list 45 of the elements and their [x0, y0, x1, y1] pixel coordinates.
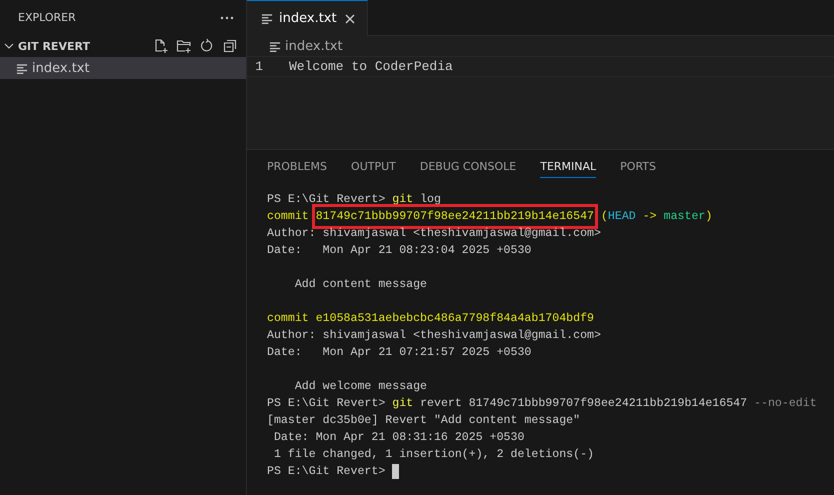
- commit-text: commit e1058a531aebebcbc486a7798f84a4ab1704bdf9: [267, 311, 594, 327]
- terminal-text: Date: Mon Apr 21 08:31:16 2025 +0530: [272, 430, 524, 446]
- panel-tab[interactable]: DEBUG CONSOLE: [420, 159, 516, 178]
- panel-tab[interactable]: TERMINAL: [540, 159, 596, 178]
- command-text: git: [392, 396, 414, 412]
- terminal-text: [master dc35b0e] Revert "Add content message": [267, 413, 580, 429]
- new-folder-icon[interactable]: [176, 38, 192, 54]
- flag-text: --no-edit: [754, 396, 817, 412]
- terminal-prompt: PS E:\Git Revert>: [267, 192, 386, 208]
- line-number: 1: [254, 59, 264, 74]
- terminal-text: 1 file changed, 1 insertion(+), 2 deletions(-): [272, 447, 594, 463]
- collapse-all-icon[interactable]: [222, 38, 238, 54]
- terminal-text: Date: Mon Apr 21 08:23:04 2025 +0530: [267, 243, 532, 259]
- commit-text: (: [600, 209, 608, 225]
- terminal-text: revert 81749c71bbb99707f98ee24211bb219b14e16547: [419, 396, 748, 412]
- panel-tab[interactable]: PROBLEMS: [267, 159, 328, 178]
- terminal-prompt: PS E:\Git Revert>: [267, 464, 386, 480]
- terminal-text: Add content message: [294, 277, 428, 293]
- new-file-icon[interactable]: [153, 38, 169, 54]
- terminal-prompt: PS E:\Git Revert>: [267, 396, 386, 412]
- terminal-text: log: [419, 192, 441, 208]
- commit-text: ->: [642, 209, 658, 225]
- file-lines-icon: [261, 12, 273, 25]
- folder-name[interactable]: GIT REVERT: [18, 40, 151, 52]
- file-item[interactable]: index.txt: [0, 57, 246, 79]
- terminal-text: Author: shivamjaswal <theshivamjaswal@gmail.com>: [267, 226, 601, 242]
- sidebar-title: EXPLORER: [18, 11, 76, 24]
- close-icon[interactable]: [342, 12, 357, 26]
- more-icon[interactable]: [220, 16, 234, 20]
- terminal-text: Add welcome message: [294, 379, 428, 395]
- commit-text: ): [705, 209, 712, 225]
- head-ref: HEAD: [608, 209, 636, 225]
- terminal-text: Date: Mon Apr 21 07:21:57 2025 +0530: [267, 345, 532, 361]
- panel-tab[interactable]: PORTS: [620, 159, 656, 178]
- file-lines-icon: [16, 62, 28, 74]
- file-lines-icon: [269, 40, 281, 52]
- breadcrumb[interactable]: index.txt: [285, 38, 343, 54]
- commit-text: commit: [267, 209, 310, 225]
- refresh-icon[interactable]: [199, 38, 215, 54]
- panel-tab[interactable]: OUTPUT: [351, 159, 396, 178]
- editor-tab[interactable]: index.txt: [247, 0, 368, 36]
- terminal-text: Author: shivamjaswal <theshivamjaswal@gmail.com>: [267, 328, 601, 344]
- code-text: Welcome to CoderPedia: [289, 59, 453, 74]
- command-text: git: [392, 192, 414, 208]
- branch-name: master: [664, 209, 706, 225]
